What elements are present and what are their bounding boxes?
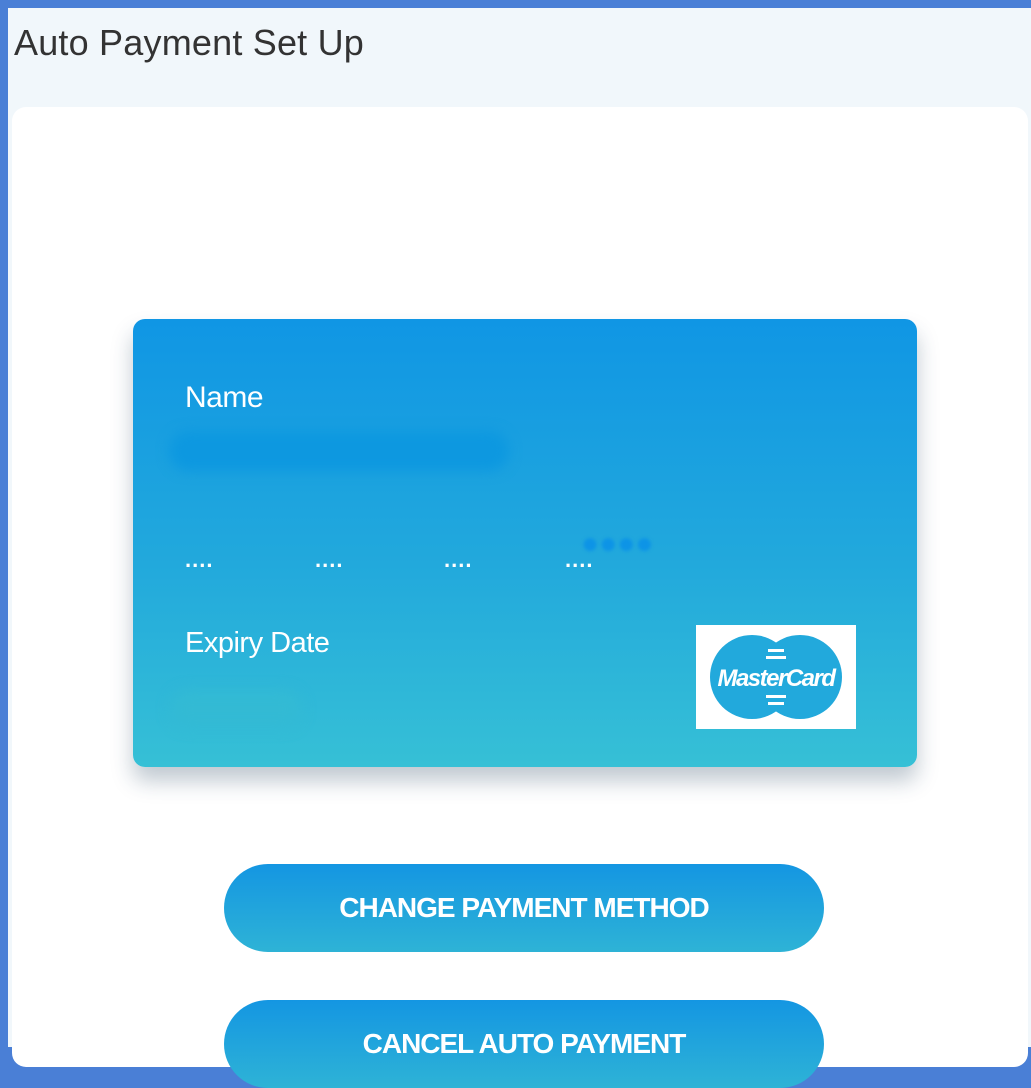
card-number-group-2: ....	[315, 547, 344, 572]
card-expiry-label: Expiry Date	[185, 627, 330, 659]
credit-card: Name .... .... .... .... ●●●● Expiry Dat…	[133, 319, 917, 767]
page-frame: Auto Payment Set Up Name .... .... .... …	[8, 8, 1031, 1088]
card-expiry-value-redacted	[171, 691, 301, 727]
card-number-group-3: ....	[444, 547, 473, 572]
card-number-group-1: ....	[185, 547, 214, 572]
payment-panel: Name .... .... .... .... ●●●● Expiry Dat…	[12, 107, 1028, 1088]
card-name-label: Name	[185, 381, 264, 414]
card-holder-name-redacted	[169, 431, 509, 471]
mastercard-brand-text: MasterCard	[717, 665, 837, 692]
card-last-digits-redacted: ●●●●	[581, 527, 654, 560]
page-title: Auto Payment Set Up	[14, 22, 364, 63]
change-payment-method-button[interactable]: CHANGE PAYMENT METHOD	[224, 864, 824, 952]
mastercard-logo-icon: MasterCard	[696, 625, 856, 729]
cancel-auto-payment-button[interactable]: CANCEL AUTO PAYMENT	[224, 1000, 824, 1088]
